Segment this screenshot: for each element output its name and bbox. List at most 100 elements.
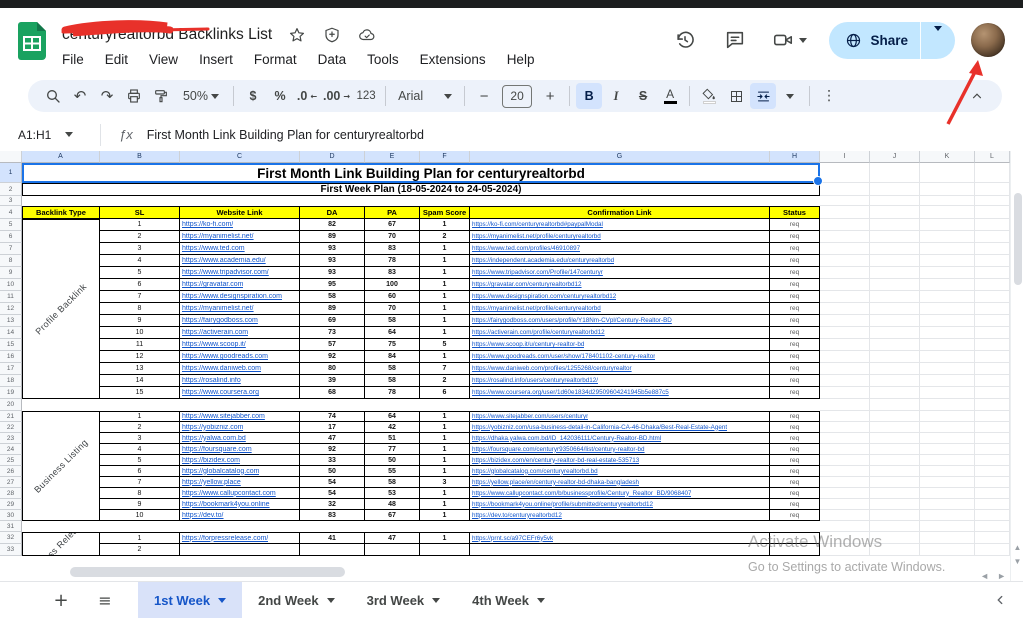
sl-cell[interactable]: 6 <box>100 466 180 477</box>
empty-cell[interactable] <box>920 231 975 243</box>
table-header-backlink-type[interactable]: Backlink Type <box>22 206 100 219</box>
empty-cell[interactable] <box>300 196 365 206</box>
empty-cell[interactable] <box>820 206 870 219</box>
website-link-cell[interactable] <box>180 544 300 556</box>
empty-cell[interactable] <box>820 219 870 231</box>
menu-data[interactable]: Data <box>318 52 347 67</box>
spam-score-cell[interactable]: 1 <box>420 411 470 422</box>
empty-cell[interactable] <box>820 279 870 291</box>
empty-cell[interactable] <box>820 163 870 183</box>
empty-cell[interactable] <box>770 196 820 206</box>
sl-cell[interactable]: 2 <box>100 231 180 243</box>
empty-cell[interactable] <box>870 219 920 231</box>
website-link-cell[interactable]: https://fairygodboss.com <box>180 315 300 327</box>
column-header-I[interactable]: I <box>820 151 870 163</box>
version-history-icon[interactable] <box>672 27 698 53</box>
pa-cell[interactable]: 84 <box>365 351 420 363</box>
confirmation-link-cell[interactable]: https://www.ted.com/profiles/46910897 <box>470 243 770 255</box>
menu-insert[interactable]: Insert <box>199 52 233 67</box>
empty-cell[interactable] <box>920 433 975 444</box>
pa-cell[interactable]: 75 <box>365 339 420 351</box>
empty-cell[interactable] <box>870 327 920 339</box>
status-cell[interactable]: req <box>770 339 820 351</box>
empty-cell[interactable] <box>820 477 870 488</box>
empty-cell[interactable] <box>870 255 920 267</box>
empty-cell[interactable] <box>975 255 1010 267</box>
website-link-cell[interactable]: https://gravatar.com <box>180 279 300 291</box>
confirmation-link[interactable]: https://foursquare.com/centuryr9350664/l… <box>472 446 645 453</box>
row-header-20[interactable]: 20 <box>0 399 22 411</box>
sheets-logo-icon[interactable] <box>18 22 46 60</box>
empty-cell[interactable] <box>920 291 975 303</box>
menu-format[interactable]: Format <box>254 52 297 67</box>
empty-cell[interactable] <box>975 488 1010 499</box>
confirmation-link-cell[interactable]: https://gravatar.com/centuryrealtorbd12 <box>470 279 770 291</box>
status-cell[interactable]: req <box>770 387 820 399</box>
empty-cell[interactable] <box>975 183 1010 196</box>
website-link-cell[interactable]: https://www.designspiration.com <box>180 291 300 303</box>
confirmation-link-cell[interactable]: https://www.daniweb.com/profiles/1255268… <box>470 363 770 375</box>
confirmation-link[interactable]: https://myanimelist.net/profile/centuryr… <box>472 305 601 312</box>
website-link-cell[interactable]: https://yellow.place <box>180 477 300 488</box>
confirmation-link[interactable]: https://yellow.place/en/century-realtor-… <box>472 479 639 486</box>
empty-cell[interactable] <box>870 422 920 433</box>
empty-cell[interactable] <box>920 521 975 532</box>
sl-cell[interactable]: 10 <box>100 327 180 339</box>
pa-cell[interactable]: 64 <box>365 411 420 422</box>
da-cell[interactable]: 47 <box>300 433 365 444</box>
pa-cell[interactable]: 64 <box>365 327 420 339</box>
empty-cell[interactable] <box>820 291 870 303</box>
confirmation-link-cell[interactable] <box>470 544 770 556</box>
empty-cell[interactable] <box>920 327 975 339</box>
tab-3rd-week[interactable]: 3rd Week <box>351 582 457 618</box>
empty-cell[interactable] <box>22 196 100 206</box>
row-header-24[interactable]: 24 <box>0 444 22 455</box>
increase-decimals-button[interactable]: .00→ <box>321 83 352 109</box>
empty-cell[interactable] <box>470 399 770 411</box>
empty-cell[interactable] <box>820 499 870 510</box>
status-cell[interactable]: req <box>770 267 820 279</box>
confirmation-link-cell[interactable]: https://rosalind.info/users/centuryrealt… <box>470 375 770 387</box>
menu-extensions[interactable]: Extensions <box>420 52 486 67</box>
confirmation-link-cell[interactable]: https://www.sitejabber.com/users/century… <box>470 411 770 422</box>
confirmation-link[interactable]: https://activerain.com/profile/centuryre… <box>472 329 605 336</box>
empty-cell[interactable] <box>975 387 1010 399</box>
spam-score-cell[interactable]: 1 <box>420 532 470 544</box>
scroll-up-icon[interactable]: ▲ <box>1013 543 1022 552</box>
confirmation-link-cell[interactable]: https://www.designspiration.com/centuryr… <box>470 291 770 303</box>
website-link[interactable]: https://bizidex.com <box>182 457 240 464</box>
empty-cell[interactable] <box>920 219 975 231</box>
empty-cell[interactable] <box>870 433 920 444</box>
empty-cell[interactable] <box>820 363 870 375</box>
spam-score-cell[interactable]: 1 <box>420 499 470 510</box>
empty-cell[interactable] <box>870 387 920 399</box>
empty-cell[interactable] <box>870 455 920 466</box>
column-header-A[interactable]: A <box>22 151 100 163</box>
confirmation-link-cell[interactable]: https://dev.to/centuryrealtorbd12 <box>470 510 770 521</box>
sl-cell[interactable]: 13 <box>100 363 180 375</box>
column-header-J[interactable]: J <box>870 151 920 163</box>
da-cell[interactable]: 93 <box>300 243 365 255</box>
empty-cell[interactable] <box>870 291 920 303</box>
website-link-cell[interactable]: https://www.coursera.org <box>180 387 300 399</box>
empty-cell[interactable] <box>920 315 975 327</box>
confirmation-link[interactable]: https://bookmark4you.online/profile/subm… <box>472 501 653 508</box>
more-toolbar-button[interactable]: ⋮ <box>816 83 842 109</box>
sl-cell[interactable]: 3 <box>100 243 180 255</box>
website-link[interactable]: https://www.coursera.org <box>182 389 259 396</box>
website-link[interactable]: https://www.scoop.it/ <box>182 341 246 348</box>
spam-score-cell[interactable]: 1 <box>420 488 470 499</box>
column-header-H[interactable]: H <box>770 151 820 163</box>
spam-score-cell[interactable]: 3 <box>420 477 470 488</box>
empty-cell[interactable] <box>920 163 975 183</box>
text-color-button[interactable]: A <box>657 83 683 109</box>
da-cell[interactable]: 83 <box>300 510 365 521</box>
empty-cell[interactable] <box>870 466 920 477</box>
confirmation-link-cell[interactable]: https://dhaka.yalwa.com.bd/ID_142036111/… <box>470 433 770 444</box>
confirmation-link-cell[interactable]: https://myanimelist.net/profile/centuryr… <box>470 231 770 243</box>
confirmation-link[interactable]: https://www.daniweb.com/profiles/1255268… <box>472 365 632 372</box>
empty-cell[interactable] <box>870 267 920 279</box>
empty-cell[interactable] <box>870 206 920 219</box>
empty-cell[interactable] <box>870 303 920 315</box>
empty-cell[interactable] <box>920 243 975 255</box>
